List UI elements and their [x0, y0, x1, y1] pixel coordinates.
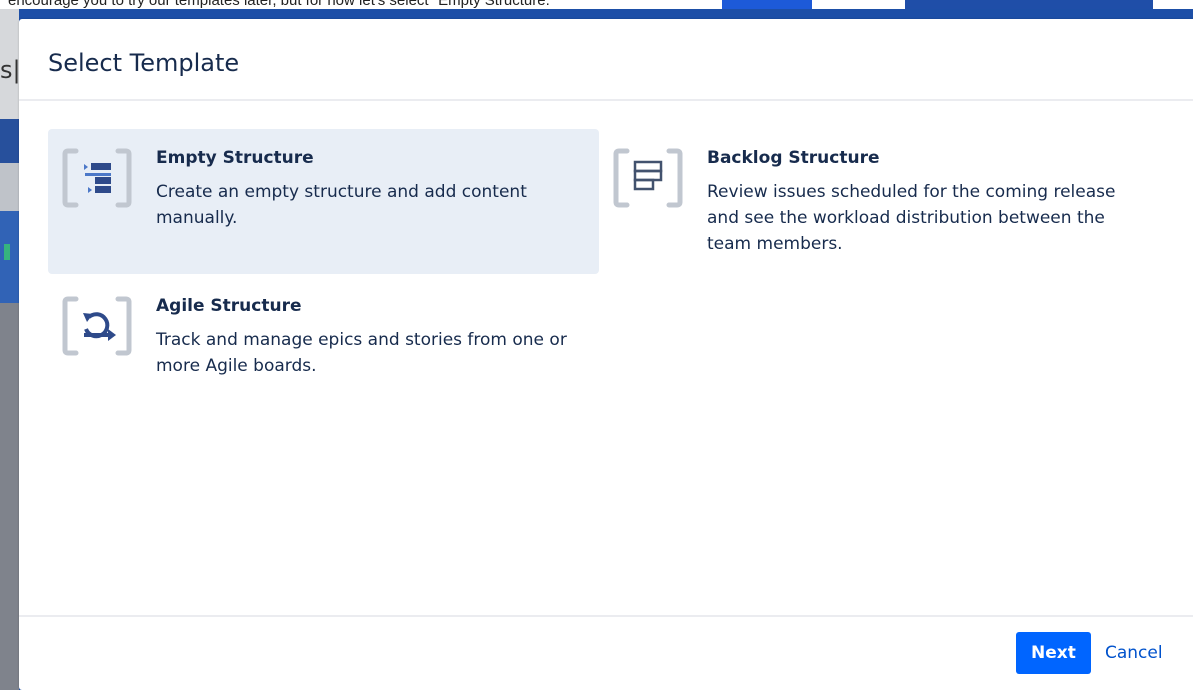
template-title: Backlog Structure: [707, 148, 880, 168]
template-description: Track and manage epics and stories from …: [156, 330, 567, 376]
cancel-button[interactable]: Cancel: [1097, 632, 1171, 674]
template-title: Empty Structure: [156, 148, 314, 168]
background-sidebar-item: [0, 163, 19, 211]
template-list: Empty Structure Create an empty structur…: [19, 101, 1193, 615]
background-sidebar-lower: [0, 303, 19, 690]
dialog-footer: Next Cancel: [19, 615, 1193, 690]
agile-structure-icon: [62, 296, 132, 356]
template-description: Create an empty structure and add conten…: [156, 182, 527, 228]
background-partial-heading: s|: [0, 56, 21, 84]
dialog-title: Select Template: [48, 49, 240, 77]
background-button: [722, 0, 812, 9]
empty-structure-icon: [62, 148, 132, 208]
template-card-empty-structure[interactable]: Empty Structure Create an empty structur…: [48, 129, 599, 274]
dialog-header: Select Template: [19, 19, 1193, 101]
template-description: Review issues scheduled for the coming r…: [707, 182, 1116, 254]
background-sidebar-item: [0, 119, 19, 163]
template-title: Agile Structure: [156, 296, 302, 316]
next-button[interactable]: Next: [1016, 632, 1091, 674]
background-toolbar: [905, 0, 1153, 9]
select-template-dialog: Select Template Empty Structure Create a…: [19, 19, 1193, 690]
backlog-structure-icon: [613, 148, 683, 208]
background-status-mark: [4, 244, 10, 260]
template-card-agile-structure[interactable]: Agile Structure Track and manage epics a…: [48, 277, 599, 422]
background-caption: encourage you to try our templates later…: [8, 0, 556, 9]
template-card-backlog-structure[interactable]: Backlog Structure Review issues schedule…: [599, 129, 1150, 274]
background-instruction-strip: encourage you to try our templates later…: [0, 0, 1193, 9]
